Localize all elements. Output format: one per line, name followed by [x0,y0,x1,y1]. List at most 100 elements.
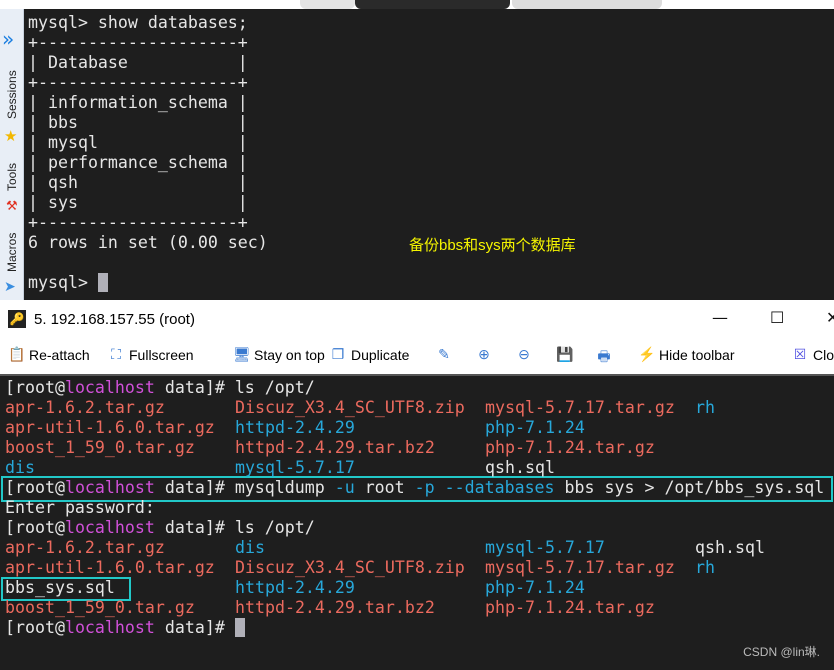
minimize-button[interactable]: — [712,308,728,327]
terminal-line: boost_1_59_0.tar.gz httpd-2.4.29.tar.bz2 p… [5,438,834,458]
terminal-line: 6 rows in set (0.00 sec) [28,233,268,252]
terminal-line: [root@localhost data]# ls /opt/ [5,518,834,538]
toolbar-button-fullscreen[interactable]: ⛶ Fullscreen [108,346,194,363]
send-icon: ➤ [4,279,16,295]
lightning-icon: ⚡ [638,346,656,362]
terminal-line: | performance_schema | [28,153,248,172]
tools-label: Tools [5,163,19,192]
file-entry: boost_1_59_0.tar.gz [5,598,195,617]
toolbar-button-duplicate[interactable]: ❐ Duplicate [330,346,410,363]
file-entry: php-7.1.24.tar.gz [485,438,655,457]
close-window-button[interactable]: ✕ [826,308,834,327]
file-entry: php-7.1.24 [485,578,585,597]
output-text: Enter password: [5,498,155,517]
file-entry: qsh.sql [695,538,765,557]
terminal-line: apr-util-1.6.0.tar.gz httpd-2.4.29 php-7.1… [5,418,834,438]
toolbar-label: Stay on top [254,346,325,363]
sidebar-item-sessions[interactable]: Sessions [0,65,24,125]
edit-icon: ✎ [438,346,450,362]
maximize-button[interactable]: ☐ [770,308,784,327]
file-entry: rh [695,398,715,417]
save-icon: 💾 [556,346,574,362]
toolbar-button-print[interactable]: 🖶 [596,346,612,370]
prompt-dir: data]# [154,478,235,497]
prompt-bracket: [root@ [5,478,65,497]
fullscreen-icon: ⛶ [111,346,121,362]
toolbar-button-save[interactable]: 💾 [556,346,574,363]
file-entry: mysql-5.7.17.tar.gz [485,398,675,417]
toolbar-button-re-attach[interactable]: 📋 Re-attach [8,346,90,363]
file-entry: mysql-5.7.17.tar.gz [485,558,675,577]
window-title: 5. 192.168.157.55 (root) [34,310,195,328]
prompt-host: localhost [64,478,155,497]
command-segment [435,478,445,497]
terminal-line: | sys | [28,193,248,212]
toolbar-button-stay-on-top[interactable]: 🖥 Stay on top [233,346,325,363]
terminal-line: [root@localhost data]# mysqldump -u root… [5,478,834,498]
file-entry: mysql-5.7.17 [485,538,605,557]
toolbar-button-hide-toolbar[interactable]: ⚡ Hide toolbar [638,346,735,363]
file-entry: mysql-5.7.17 [235,458,355,477]
file-entry: apr-1.6.2.tar.gz [5,398,165,417]
command-segment: root [354,478,415,497]
session-tab-active[interactable] [355,0,510,9]
file-entry: httpd-2.4.29.tar.bz2 [235,438,435,457]
sidebar-item-tools[interactable]: Tools [0,157,24,197]
file-entry: httpd-2.4.29 [235,578,355,597]
file-entry: bbs_sys.sql [5,578,115,597]
side-panel: » Sessions ★ Tools ⚒ Macros ➤ [0,9,24,300]
file-entry: Discuz_X3.4_SC_UTF8.zip [235,398,465,417]
file-entry: Discuz_X3.4_SC_UTF8.zip [235,558,465,577]
prompt-host: localhost [64,378,155,397]
mysql-terminal-output[interactable]: mysql> show databases; +-----------------… [28,13,268,293]
cursor [97,273,108,292]
terminal-line: | information_schema | [28,93,248,112]
prompt-dir: data]# [154,378,235,397]
terminal-line: mysql> [28,273,268,293]
zoom-out-icon: ⊖ [518,346,530,362]
file-entry: boost_1_59_0.tar.gz [5,438,195,457]
file-entry: dis [5,458,35,477]
clipboard-icon: 📋 [8,346,26,362]
command-segment: mysqldump [234,478,335,497]
watermark: CSDN @lin琳. [743,645,820,659]
star-icon: ★ [4,127,18,145]
zoom-in-icon: ⊕ [478,346,490,362]
toolbar-label: Hide toolbar [659,346,735,363]
shell-terminal[interactable]: CSDN @lin琳. [root@localhost data]# ls /o… [0,374,834,670]
terminal-line: boost_1_59_0.tar.gz httpd-2.4.29.tar.bz2 p… [5,598,834,618]
terminal-line: [root@localhost data]# [5,618,834,638]
command-segment: --databases [444,478,555,497]
annotation-text: 备份bbs和sys两个数据库 [409,237,576,254]
sidebar-item-macros[interactable]: Macros [0,227,24,277]
terminal-line: Enter password: [5,498,834,518]
terminal-line: +--------------------+ [28,73,248,92]
expand-chevron-icon[interactable]: » [2,27,14,51]
prompt-dir: data]# [154,518,235,537]
toolbar-button-zoom-out[interactable]: ⊖ [516,346,532,363]
prompt-bracket: [root@ [5,518,65,537]
toolbar-label: Fullscreen [129,346,194,363]
terminal-line: +--------------------+ [28,33,248,52]
duplicate-icon: ❐ [331,346,345,362]
prompt-host: localhost [64,618,155,637]
file-entry: httpd-2.4.29.tar.bz2 [235,598,435,617]
session-tab[interactable] [300,0,355,9]
terminal-line: [root@localhost data]# ls /opt/ [5,378,834,398]
tools-icon: ⚒ [6,199,18,214]
file-entry: php-7.1.24.tar.gz [485,598,655,617]
toolbar-button-edit[interactable]: ✎ [436,346,452,363]
session-tab[interactable] [512,0,662,9]
terminal-line: bbs_sys.sql httpd-2.4.29 php-7.1.24 [5,578,834,598]
file-entry: apr-util-1.6.0.tar.gz [5,418,215,437]
command-segment: -u [334,478,355,497]
prompt-host: localhost [64,518,155,537]
toolbar-label: Re-attach [29,346,90,363]
toolbar: 📋 Re-attach ⛶ Fullscreen 🖥 Stay on top ❐ Duplic… [0,338,834,372]
terminal-line: apr-util-1.6.0.tar.gz Discuz_X3.4_SC_UTF8… [5,558,834,578]
toolbar-button-clo[interactable]: ☒ Clo [792,346,834,363]
toolbar-button-zoom-in[interactable]: ⊕ [476,346,492,363]
cursor [234,618,245,637]
session-window-header: 🔑 5. 192.168.157.55 (root) — ☐ ✕ 📋 Re-att… [0,300,834,374]
